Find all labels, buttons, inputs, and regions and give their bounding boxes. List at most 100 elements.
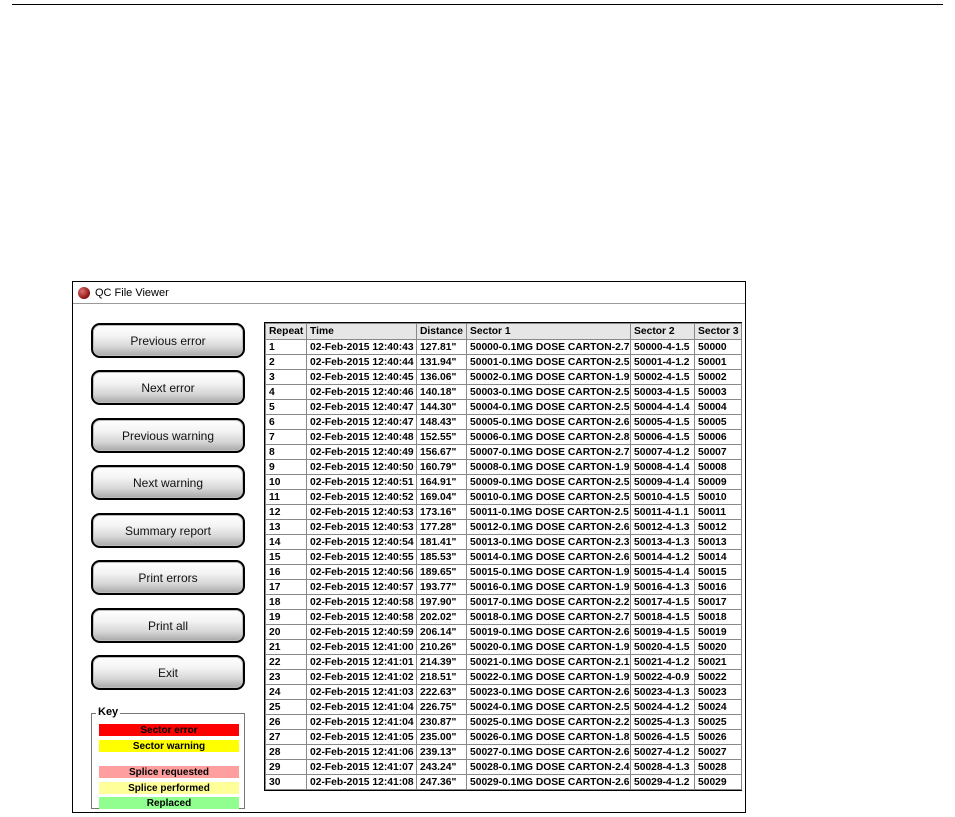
repeat-cell: 8 (265, 444, 307, 460)
table-row[interactable]: 1 02-Feb-2015 12:40:43 127.81" 50000-0.1MG … (265, 339, 742, 355)
sector-1-cell: 50019-0.1MG DOSE CARTON-2.6 (466, 624, 631, 640)
table-row[interactable]: 12 02-Feb-2015 12:40:53 173.16" 50011-0.1MG… (265, 504, 742, 520)
time-cell: 02-Feb-2015 12:41:08 (306, 774, 417, 790)
table-row[interactable]: 2 02-Feb-2015 12:40:44 131.94" 50001-0.1MG … (265, 354, 742, 370)
table-row[interactable]: 18 02-Feb-2015 12:40:58 197.90" 50017-0.1MG… (265, 594, 742, 610)
sector-2-cell: 50024-4-1.2 (630, 699, 695, 715)
table-row[interactable]: 25 02-Feb-2015 12:41:04 226.75" 50024-0.1MG… (265, 699, 742, 715)
sector-2-cell: 50002-4-1.5 (630, 369, 695, 385)
repeat-cell: 24 (265, 684, 307, 700)
repeat-cell: 7 (265, 429, 307, 445)
sector-2-cell: 50025-4-1.3 (630, 714, 695, 730)
sector-1-cell: 50012-0.1MG DOSE CARTON-2.6 (466, 519, 631, 535)
sector-1-cell: 50009-0.1MG DOSE CARTON-2.5 (466, 474, 631, 490)
previous-error-button[interactable]: Previous error (91, 323, 245, 358)
distance-cell: 222.63" (416, 684, 467, 700)
sector-3-cell: 50016 (694, 579, 742, 595)
distance-cell: 197.90" (416, 594, 467, 610)
next-error-button[interactable]: Next error (91, 370, 245, 405)
distance-cell: 206.14" (416, 624, 467, 640)
next-warning-button[interactable]: Next warning (91, 465, 245, 500)
time-cell: 02-Feb-2015 12:40:50 (306, 459, 417, 475)
repeat-cell: 20 (265, 624, 307, 640)
column-header-time[interactable]: Time (306, 323, 417, 340)
distance-cell: 193.77" (416, 579, 467, 595)
table-row[interactable]: 15 02-Feb-2015 12:40:55 185.53" 50014-0.1MG… (265, 549, 742, 565)
key-title: Key (96, 706, 121, 718)
column-header-distance[interactable]: Distance (416, 323, 467, 340)
table-row[interactable]: 14 02-Feb-2015 12:40:54 181.41" 50013-0.1MG… (265, 534, 742, 550)
table-row[interactable]: 17 02-Feb-2015 12:40:57 193.77" 50016-0.1MG… (265, 579, 742, 595)
distance-cell: 140.18" (416, 384, 467, 400)
column-header-repeat[interactable]: Repeat (265, 323, 307, 340)
table-row[interactable]: 3 02-Feb-2015 12:40:45 136.06" 50002-0.1MG … (265, 369, 742, 385)
table-row[interactable]: 23 02-Feb-2015 12:41:02 218.51" 50022-0.1MG… (265, 669, 742, 685)
sector-2-cell: 50016-4-1.3 (630, 579, 695, 595)
column-header-sector-3[interactable]: Sector 3 (694, 323, 742, 340)
sector-1-cell: 50027-0.1MG DOSE CARTON-2.6 (466, 744, 631, 760)
sector-1-cell: 50025-0.1MG DOSE CARTON-2.2 (466, 714, 631, 730)
table-row[interactable]: 9 02-Feb-2015 12:40:50 160.79" 50008-0.1MG … (265, 459, 742, 475)
sector-2-cell: 50009-4-1.4 (630, 474, 695, 490)
table-row[interactable]: 16 02-Feb-2015 12:40:56 189.65" 50015-0.1MG… (265, 564, 742, 580)
qc-data-table[interactable]: Repeat Time Distance Sector 1 Sector 2 S… (264, 322, 742, 791)
distance-cell: 226.75" (416, 699, 467, 715)
table-header-row: Repeat Time Distance Sector 1 Sector 2 S… (265, 323, 742, 340)
table-row[interactable]: 8 02-Feb-2015 12:40:49 156.67" 50007-0.1MG … (265, 444, 742, 460)
table-row[interactable]: 6 02-Feb-2015 12:40:47 148.43" 50005-0.1MG … (265, 414, 742, 430)
time-cell: 02-Feb-2015 12:41:01 (306, 654, 417, 670)
summary-report-button[interactable]: Summary report (91, 513, 245, 548)
exit-button[interactable]: Exit (91, 655, 245, 690)
table-row[interactable]: 19 02-Feb-2015 12:40:58 202.02" 50018-0.1MG… (265, 609, 742, 625)
distance-cell: 173.16" (416, 504, 467, 520)
distance-cell: 160.79" (416, 459, 467, 475)
table-row[interactable]: 21 02-Feb-2015 12:41:00 210.26" 50020-0.1MG… (265, 639, 742, 655)
time-cell: 02-Feb-2015 12:41:02 (306, 669, 417, 685)
table-row[interactable]: 10 02-Feb-2015 12:40:51 164.91" 50009-0.1MG… (265, 474, 742, 490)
table-row[interactable]: 13 02-Feb-2015 12:40:53 177.28" 50012-0.1MG… (265, 519, 742, 535)
distance-cell: 247.36" (416, 774, 467, 790)
time-cell: 02-Feb-2015 12:40:48 (306, 429, 417, 445)
sector-1-cell: 50016-0.1MG DOSE CARTON-1.9 (466, 579, 631, 595)
repeat-cell: 2 (265, 354, 307, 370)
table-row[interactable]: 11 02-Feb-2015 12:40:52 169.04" 50010-0.1MG… (265, 489, 742, 505)
column-header-sector-2[interactable]: Sector 2 (630, 323, 695, 340)
sector-3-cell: 50027 (694, 744, 742, 760)
key-sector-warning: Sector warning (99, 740, 239, 752)
repeat-cell: 15 (265, 549, 307, 565)
sector-2-cell: 50017-4-1.5 (630, 594, 695, 610)
distance-cell: 185.53" (416, 549, 467, 565)
column-header-sector-1[interactable]: Sector 1 (466, 323, 631, 340)
time-cell: 02-Feb-2015 12:40:51 (306, 474, 417, 490)
time-cell: 02-Feb-2015 12:40:53 (306, 519, 417, 535)
table-body: 1 02-Feb-2015 12:40:43 127.81" 50000-0.1MG … (265, 339, 742, 790)
sector-1-cell: 50024-0.1MG DOSE CARTON-2.5 (466, 699, 631, 715)
sector-3-cell: 50000 (694, 339, 742, 355)
time-cell: 02-Feb-2015 12:41:03 (306, 684, 417, 700)
table-row[interactable]: 5 02-Feb-2015 12:40:47 144.30" 50004-0.1MG … (265, 399, 742, 415)
repeat-cell: 18 (265, 594, 307, 610)
table-row[interactable]: 29 02-Feb-2015 12:41:07 243.24" 50028-0.1MG… (265, 759, 742, 775)
table-row[interactable]: 4 02-Feb-2015 12:40:46 140.18" 50003-0.1MG … (265, 384, 742, 400)
repeat-cell: 19 (265, 609, 307, 625)
table-row[interactable]: 27 02-Feb-2015 12:41:05 235.00" 50026-0.1MG… (265, 729, 742, 745)
print-all-button[interactable]: Print all (91, 608, 245, 643)
sector-3-cell: 50024 (694, 699, 742, 715)
sector-3-cell: 50019 (694, 624, 742, 640)
table-row[interactable]: 26 02-Feb-2015 12:41:04 230.87" 50025-0.1MG… (265, 714, 742, 730)
print-errors-button[interactable]: Print errors (91, 560, 245, 595)
table-row[interactable]: 28 02-Feb-2015 12:41:06 239.13" 50027-0.1MG… (265, 744, 742, 760)
table-row[interactable]: 30 02-Feb-2015 12:41:08 247.36" 50029-0.1MG… (265, 774, 742, 790)
time-cell: 02-Feb-2015 12:40:58 (306, 609, 417, 625)
sector-3-cell: 50022 (694, 669, 742, 685)
sector-2-cell: 50018-4-1.5 (630, 609, 695, 625)
table-row[interactable]: 24 02-Feb-2015 12:41:03 222.63" 50023-0.1MG… (265, 684, 742, 700)
time-cell: 02-Feb-2015 12:41:06 (306, 744, 417, 760)
sector-3-cell: 50009 (694, 474, 742, 490)
table-row[interactable]: 22 02-Feb-2015 12:41:01 214.39" 50021-0.1MG… (265, 654, 742, 670)
table-row[interactable]: 20 02-Feb-2015 12:40:59 206.14" 50019-0.1MG… (265, 624, 742, 640)
key-splice-requested: Splice requested (99, 766, 239, 778)
previous-warning-button[interactable]: Previous warning (91, 418, 245, 453)
table-row[interactable]: 7 02-Feb-2015 12:40:48 152.55" 50006-0.1MG … (265, 429, 742, 445)
sector-1-cell: 50001-0.1MG DOSE CARTON-2.5 (466, 354, 631, 370)
